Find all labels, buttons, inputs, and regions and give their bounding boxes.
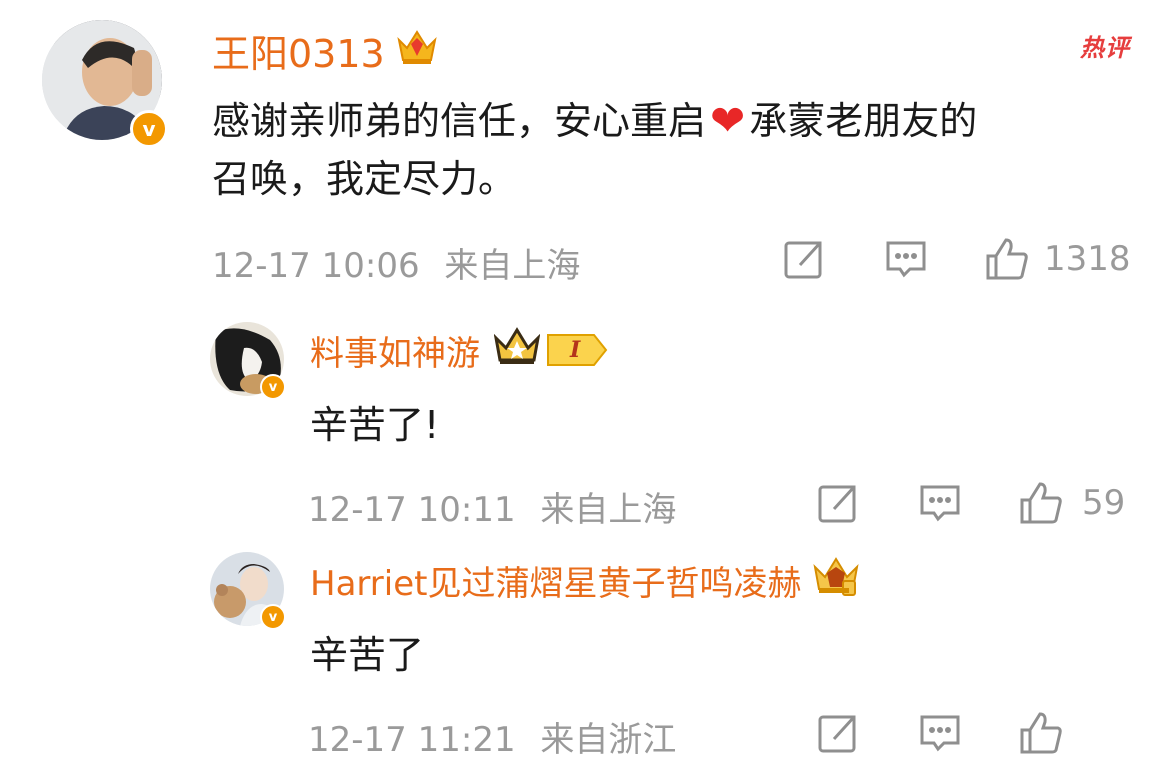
avatar[interactable]: v	[42, 20, 168, 148]
comment-meta: 12-17 10:11 来自上海	[308, 482, 676, 531]
avatar[interactable]: v	[210, 552, 286, 630]
username[interactable]: 料事如神游 I	[310, 326, 618, 374]
location: 来自上海	[540, 490, 677, 530]
crown-icon	[493, 326, 541, 375]
level-text: I	[570, 337, 581, 363]
share-icon[interactable]	[782, 237, 826, 281]
comment-actions	[816, 708, 1082, 758]
comment-icon[interactable]	[884, 237, 928, 281]
like-button[interactable]	[1018, 710, 1082, 756]
username-text: 料事如神游	[310, 333, 480, 374]
location: 来自上海	[444, 246, 581, 286]
thumbs-up-icon	[1018, 710, 1064, 756]
like-button[interactable]: 59	[1018, 480, 1125, 526]
hot-comment-tag: 热评	[1080, 34, 1130, 62]
avatar[interactable]: v	[210, 322, 286, 400]
crown-icon	[395, 26, 439, 75]
crown-icon	[813, 555, 860, 606]
location: 来自浙江	[540, 720, 677, 760]
thumbs-up-icon	[984, 236, 1030, 282]
heart-emoji: ❤	[710, 96, 746, 146]
thumbs-up-icon	[1018, 480, 1064, 526]
comment-icon[interactable]	[918, 711, 962, 755]
level-badge: I	[546, 333, 618, 367]
verified-icon: v	[260, 604, 286, 630]
like-count: 59	[1082, 483, 1126, 523]
comment-text-line1: 感谢亲师弟的信任，安心重启	[212, 98, 707, 143]
timestamp: 12-17 10:06	[212, 246, 420, 286]
comment-actions: 1318	[782, 234, 1131, 284]
comment-text-line2: 召唤，我定尽力。	[212, 156, 517, 201]
comment-icon[interactable]	[918, 481, 962, 525]
like-button[interactable]: 1318	[984, 236, 1131, 282]
verified-icon: v	[260, 374, 286, 400]
comment-actions: 59	[816, 478, 1125, 528]
username[interactable]: Harriet见过蒲熠星黄子哲鸣凌赫	[310, 555, 860, 606]
timestamp: 12-17 10:11	[308, 490, 516, 530]
verified-icon: v	[130, 110, 168, 148]
username[interactable]: 王阳0313	[212, 24, 439, 76]
comment-text: 辛苦了	[310, 633, 425, 677]
comment-text-line1b: 承蒙老朋友的	[749, 98, 978, 143]
comment-meta: 12-17 10:06 来自上海	[212, 238, 580, 287]
share-icon[interactable]	[816, 711, 860, 755]
timestamp: 12-17 11:21	[308, 720, 516, 760]
comment-meta: 12-17 11:21 来自浙江	[308, 712, 676, 761]
comment-text: 感谢亲师弟的信任，安心重启 ❤ 承蒙老朋友的 召唤，我定尽力。	[212, 92, 1142, 208]
share-icon[interactable]	[816, 481, 860, 525]
comment-text: 辛苦了!	[310, 403, 440, 447]
username-text: 王阳0313	[212, 31, 385, 76]
like-count: 1318	[1044, 239, 1131, 279]
username-text: Harriet见过蒲熠星黄子哲鸣凌赫	[310, 563, 802, 604]
